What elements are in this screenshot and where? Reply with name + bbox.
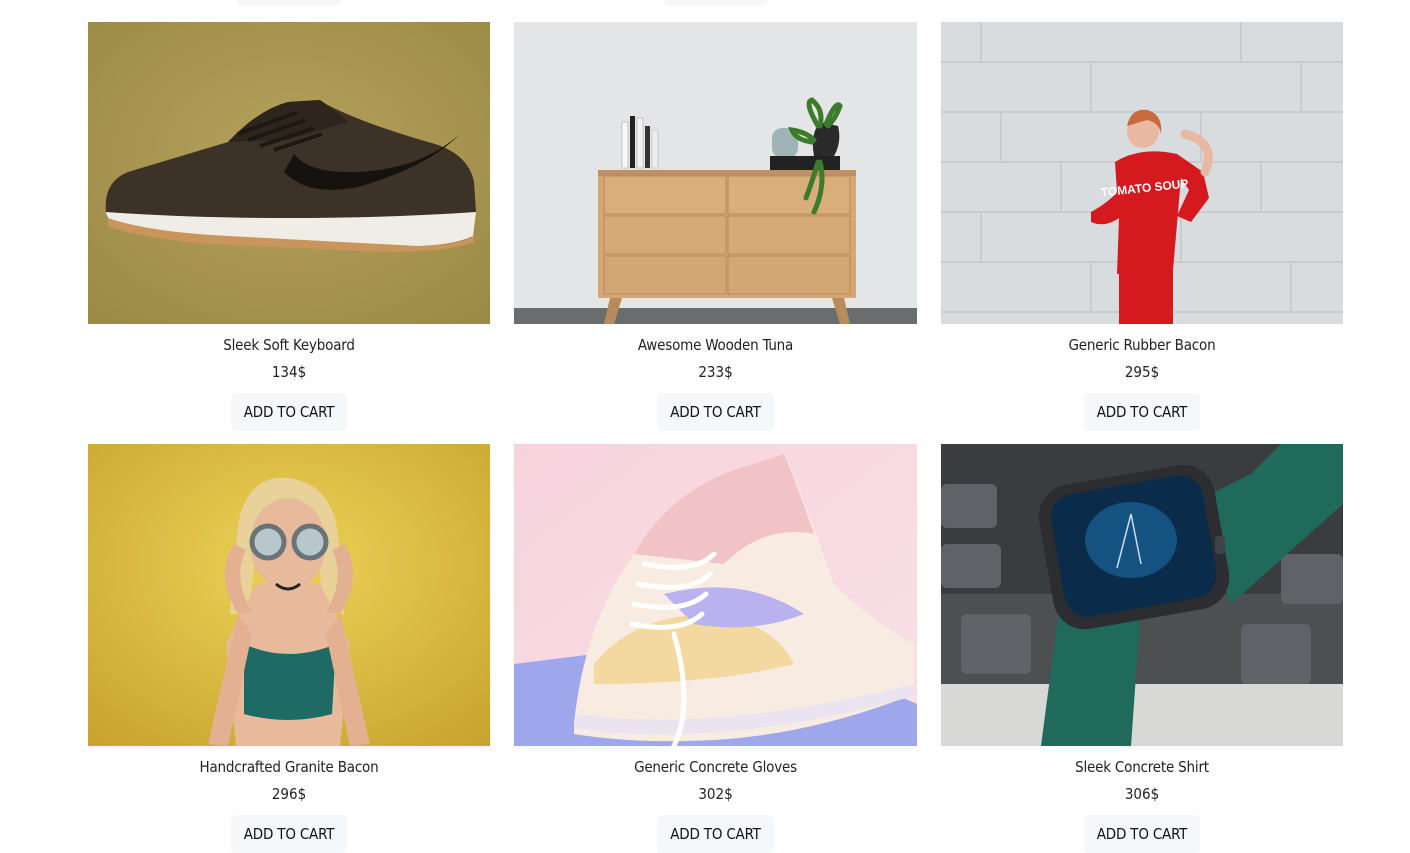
add-to-cart-button[interactable]: ADD TO CART: [1083, 393, 1201, 431]
product-card: Handcrafted Granite Bacon 296$ ADD TO CA…: [88, 444, 490, 853]
product-image[interactable]: [88, 22, 490, 324]
product-image[interactable]: TOMATO SOUP: [941, 22, 1343, 324]
add-to-cart-button[interactable]: ADD TO CART: [657, 393, 774, 431]
product-card: Generic Concrete Gloves 302$ ADD TO CART: [514, 444, 917, 853]
product-price: 306$: [1124, 785, 1160, 803]
product-card: Sleek Soft Keyboard 134$ ADD TO CART: [88, 22, 490, 431]
product-price: 295$: [1124, 363, 1160, 381]
product-image[interactable]: [941, 444, 1343, 746]
add-to-cart-button[interactable]: [237, 0, 341, 6]
add-to-cart-button[interactable]: ADD TO CART: [230, 393, 348, 431]
product-name[interactable]: Awesome Wooden Tuna: [514, 336, 917, 354]
product-name[interactable]: Sleek Concrete Shirt: [941, 758, 1343, 776]
product-price: 296$: [271, 785, 307, 803]
add-to-cart-button[interactable]: ADD TO CART: [1083, 815, 1201, 853]
product-card: TOMATO SOUP Generic Rubber Bacon 295$ AD…: [941, 22, 1343, 431]
product-image[interactable]: [88, 444, 490, 746]
product-name[interactable]: Generic Rubber Bacon: [941, 336, 1343, 354]
product-name[interactable]: Generic Concrete Gloves: [514, 758, 917, 776]
add-to-cart-button[interactable]: ADD TO CART: [657, 815, 774, 853]
product-price: 134$: [271, 363, 307, 381]
product-card: Sleek Concrete Shirt 306$ ADD TO CART: [941, 444, 1343, 853]
product-name[interactable]: Sleek Soft Keyboard: [88, 336, 490, 354]
product-price: 302$: [698, 785, 733, 803]
product-price: 233$: [698, 363, 733, 381]
product-name[interactable]: Handcrafted Granite Bacon: [88, 758, 490, 776]
product-image[interactable]: [514, 444, 917, 746]
add-to-cart-button[interactable]: [663, 0, 767, 6]
product-image[interactable]: [514, 22, 917, 324]
add-to-cart-button[interactable]: ADD TO CART: [230, 815, 348, 853]
product-card: Awesome Wooden Tuna 233$ ADD TO CART: [514, 22, 917, 431]
